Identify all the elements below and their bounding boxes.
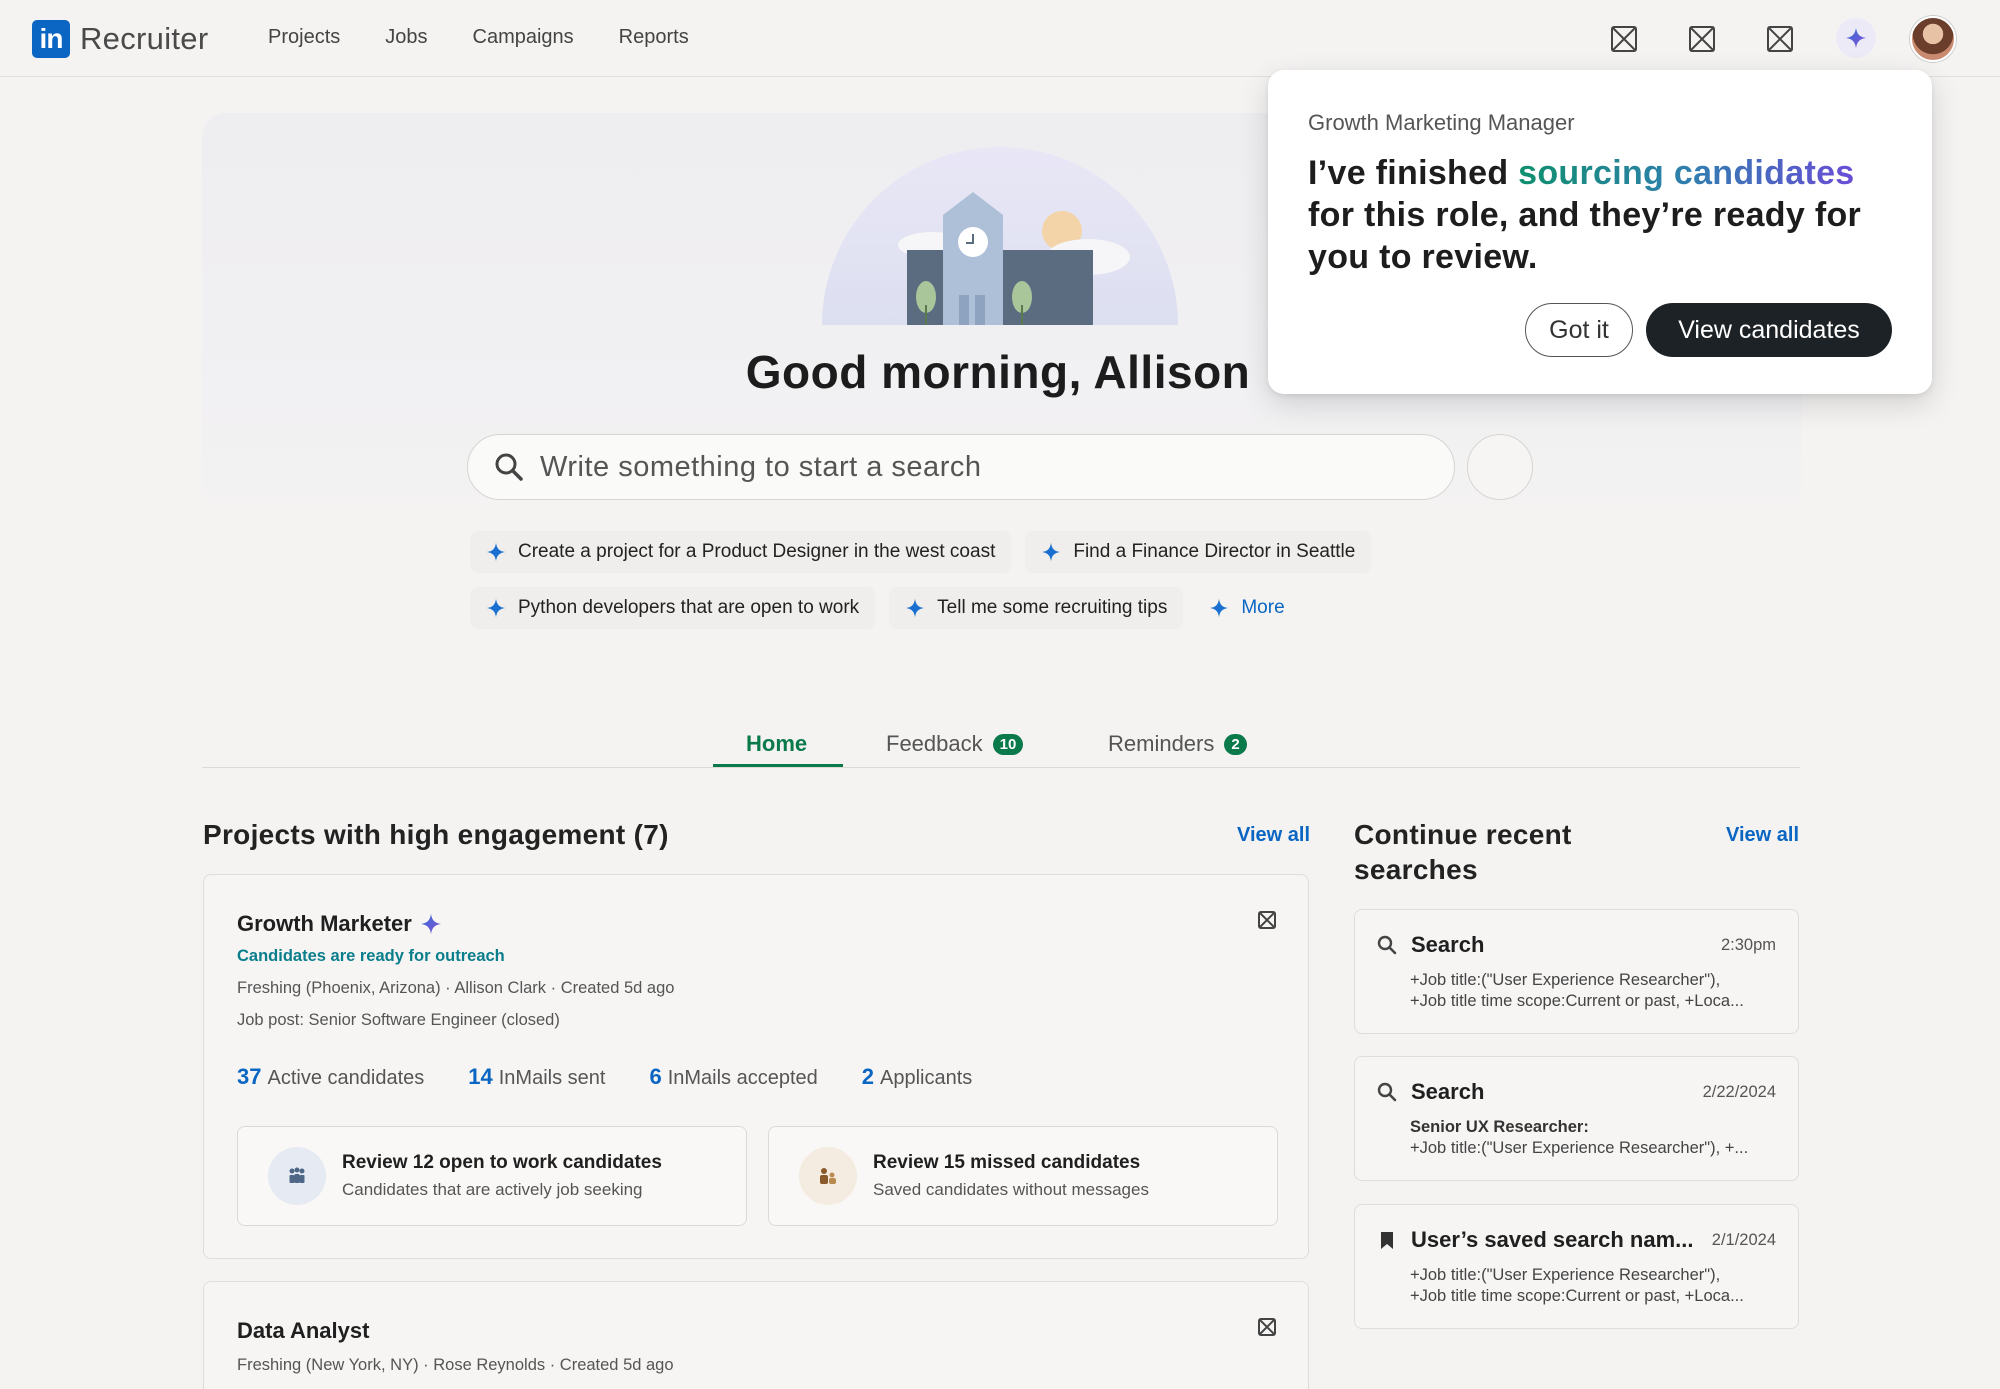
ai-assistant-button[interactable]	[1836, 18, 1876, 58]
stat-active-candidates[interactable]: 37 Active candidates	[237, 1064, 424, 1090]
suggestion-chip[interactable]: Create a project for a Product Designer …	[470, 531, 1012, 573]
bookmark-icon	[1381, 1232, 1393, 1249]
tab-label: Home	[746, 731, 808, 756]
placeholder-icon[interactable]	[1687, 24, 1717, 54]
search-type: Search	[1411, 1079, 1485, 1104]
building-illustration	[822, 147, 1178, 325]
project-title[interactable]: Growth Marketer	[237, 911, 442, 937]
recent-view-all-link[interactable]: View all	[1726, 824, 1799, 847]
main-nav: Projects Jobs Campaigns Reports	[268, 26, 689, 49]
project-card[interactable]: Data Analyst Freshing (New York, NY) · R…	[203, 1281, 1309, 1389]
projects-section-title: Projects with high engagement (7)	[203, 819, 669, 850]
sourcing-complete-popover: Growth Marketing Manager I’ve finished s…	[1268, 70, 1932, 394]
sparkle-icon	[905, 598, 925, 618]
nav-campaigns[interactable]: Campaigns	[473, 26, 574, 49]
search-icon	[495, 453, 523, 481]
tab-label: Feedback	[886, 731, 983, 756]
search-query-line: +Job title time scope:Current or past, +…	[1410, 992, 1744, 1010]
recruiter-logo[interactable]: in Recruiter	[32, 20, 208, 58]
project-job-post: Job post: Senior Software Engineer (clos…	[237, 1011, 560, 1029]
project-status: Candidates are ready for outreach	[237, 947, 505, 965]
search-query-line: +Job title time scope:Current or past, +…	[1410, 1287, 1744, 1305]
sparkle-icon	[1210, 598, 1229, 618]
search-query-line: +Job title:("User Experience Researcher"…	[1410, 1266, 1721, 1284]
nav-jobs[interactable]: Jobs	[385, 26, 427, 49]
sparkle-icon	[1042, 542, 1061, 562]
placeholder-icon[interactable]	[1257, 910, 1277, 930]
more-label: More	[1241, 597, 1285, 618]
projects-view-all-link[interactable]: View all	[1237, 824, 1310, 847]
sparkle-icon	[420, 913, 441, 935]
search-icon	[1377, 1082, 1397, 1102]
recent-search-item[interactable]: Search 2:30pm +Job title:("User Experien…	[1354, 909, 1799, 1034]
popover-heading: I’ve finished sourcing candidates for th…	[1308, 154, 1862, 276]
recent-searches-title: Continue recent searches	[1354, 819, 1572, 885]
search-bar[interactable]	[467, 434, 1455, 500]
chip-label: Create a project for a Product Designer …	[518, 541, 996, 562]
tab-label: Reminders	[1108, 731, 1215, 756]
suggestion-chips: Create a project for a Product Designer …	[470, 531, 1470, 643]
search-icon	[1377, 935, 1397, 955]
sparkle-icon	[486, 598, 506, 618]
review-open-to-work-card[interactable]: Review 12 open to work candidates Candid…	[237, 1126, 747, 1226]
saved-search-item[interactable]: User’s saved search nam... 2/1/2024 +Job…	[1354, 1204, 1799, 1329]
action-description: Candidates that are actively job seeking	[342, 1180, 643, 1199]
count-badge: 10	[992, 733, 1024, 755]
suggestion-chip[interactable]: Tell me some recruiting tips	[889, 587, 1184, 629]
people-icon	[268, 1147, 326, 1205]
chip-label: Tell me some recruiting tips	[937, 597, 1168, 618]
search-timestamp: 2/1/2024	[1711, 1231, 1776, 1249]
got-it-button[interactable]: Got it	[1525, 303, 1633, 357]
placeholder-icon[interactable]	[1765, 24, 1795, 54]
project-card[interactable]: Growth Marketer Candidates are ready for…	[203, 874, 1309, 1259]
sparkle-icon	[486, 542, 506, 562]
chip-label: Python developers that are open to work	[518, 597, 860, 618]
stat-applicants[interactable]: 2 Applicants	[862, 1064, 973, 1090]
top-nav: in Recruiter Projects Jobs Campaigns Rep…	[0, 0, 2000, 77]
stat-inmails-sent[interactable]: 14 InMails sent	[468, 1064, 605, 1090]
action-description: Saved candidates without messages	[873, 1180, 1149, 1199]
search-action-button[interactable]	[1467, 434, 1533, 500]
search-timestamp: 2:30pm	[1720, 936, 1776, 954]
search-input[interactable]	[540, 450, 1454, 484]
search-query-line: Senior UX Researcher:	[1410, 1118, 1589, 1136]
project-meta: Freshing (New York, NY) · Rose Reynolds …	[237, 1356, 674, 1374]
tab-reminders[interactable]: Reminders 2	[1108, 720, 1247, 768]
count-badge: 2	[1224, 733, 1247, 755]
project-title-text: Growth Marketer	[237, 911, 412, 936]
linkedin-logo-mark: in	[32, 20, 70, 58]
review-missed-candidates-card[interactable]: Review 15 missed candidates Saved candid…	[768, 1126, 1278, 1226]
search-type: Search	[1411, 932, 1485, 957]
app-name: Recruiter	[80, 21, 209, 56]
project-title-text: Data Analyst	[237, 1318, 370, 1343]
view-candidates-button[interactable]: View candidates	[1646, 303, 1892, 357]
more-suggestions-button[interactable]: More	[1197, 587, 1300, 629]
sparkle-icon	[1845, 27, 1867, 49]
recent-search-item[interactable]: Search 2/22/2024 Senior UX Researcher: +…	[1354, 1056, 1799, 1181]
search-query-line: +Job title:("User Experience Researcher"…	[1410, 1139, 1749, 1157]
project-stats: 37 Active candidates 14 InMails sent 6 InMa…	[237, 1064, 972, 1090]
action-title: Review 15 missed candidates	[873, 1152, 1141, 1173]
nav-projects[interactable]: Projects	[268, 26, 340, 49]
action-title: Review 12 open to work candidates	[342, 1152, 662, 1173]
search-timestamp: 2/22/2024	[1702, 1083, 1776, 1101]
search-type: User’s saved search nam...	[1411, 1227, 1694, 1252]
placeholder-icon[interactable]	[1257, 1317, 1277, 1337]
popover-subtitle: Growth Marketing Manager	[1308, 110, 1575, 135]
tab-feedback[interactable]: Feedback 10	[886, 720, 1024, 768]
chip-label: Find a Finance Director in Seattle	[1073, 541, 1356, 562]
home-tabs: Home Feedback 10 Reminders 2	[202, 700, 1800, 768]
search-query-line: +Job title:("User Experience Researcher"…	[1410, 971, 1721, 989]
user-avatar[interactable]	[1910, 16, 1956, 62]
active-tab-indicator	[713, 764, 843, 767]
group-icon	[799, 1147, 857, 1205]
stat-inmails-accepted[interactable]: 6 InMails accepted	[649, 1064, 817, 1090]
suggestion-chip[interactable]: Python developers that are open to work	[470, 587, 876, 629]
tab-home[interactable]: Home	[746, 720, 807, 768]
placeholder-icon[interactable]	[1609, 24, 1639, 54]
nav-reports[interactable]: Reports	[619, 26, 689, 49]
project-title[interactable]: Data Analyst	[237, 1318, 369, 1344]
project-meta: Freshing (Phoenix, Arizona) · Allison Cl…	[237, 979, 675, 997]
suggestion-chip[interactable]: Find a Finance Director in Seattle	[1025, 531, 1372, 573]
